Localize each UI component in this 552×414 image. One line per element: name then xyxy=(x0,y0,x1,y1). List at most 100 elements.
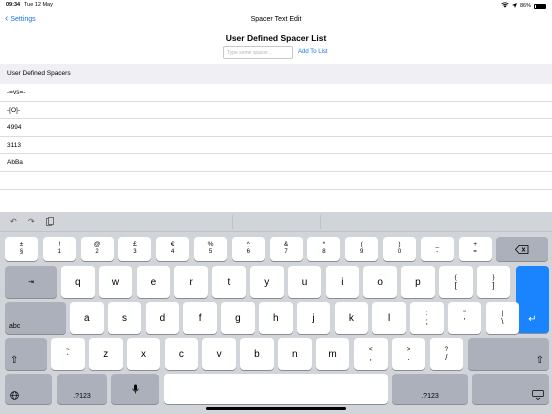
key-g[interactable]: g xyxy=(221,302,255,334)
key-sym[interactable]: ? / xyxy=(429,338,464,370)
tab-key[interactable]: ⇥ xyxy=(5,266,57,298)
key-1[interactable]: ! 1 xyxy=(42,237,76,261)
redo-icon[interactable]: ↷ xyxy=(28,217,35,226)
shift-icon: ⇧ xyxy=(10,355,19,366)
key-v[interactable]: v xyxy=(202,338,236,370)
shortcut-divider xyxy=(232,215,233,229)
key-t[interactable]: t xyxy=(212,266,246,298)
key-4[interactable]: €4 xyxy=(156,237,190,261)
key-b[interactable]: b xyxy=(240,338,274,370)
key-h[interactable]: h xyxy=(259,302,293,334)
globe-key[interactable] xyxy=(5,374,52,404)
key-sym[interactable]: :; xyxy=(410,302,444,334)
spacer-input[interactable] xyxy=(223,46,293,59)
key-shift-char: } xyxy=(492,274,495,281)
key-m[interactable]: m xyxy=(315,338,350,370)
key-char: . xyxy=(407,353,410,362)
key-r[interactable]: r xyxy=(174,266,208,298)
key-c[interactable]: c xyxy=(164,338,199,370)
key-9[interactable]: (9 xyxy=(345,237,379,261)
keyboard: ↶ ↷ ± §! 1 @2 £3 €4% 5 ^ 6 & 7 * 8(9) 0 _ - + = ⇥ q w e r t y u i o… xyxy=(0,212,552,414)
spacer-list: -=vs=- -[O]- 4994 3113 AbBa xyxy=(0,84,552,190)
key-y[interactable]: y xyxy=(250,266,284,298)
key-shift-char: £ xyxy=(133,241,137,248)
list-item[interactable]: -=vs=- xyxy=(0,84,552,102)
key-sym[interactable]: " ' xyxy=(447,302,482,334)
key-sym[interactable]: + = xyxy=(458,237,492,261)
hide-keyboard-key[interactable] xyxy=(472,374,549,404)
key-w[interactable]: w xyxy=(98,266,133,298)
key-sym[interactable]: ~ ` xyxy=(51,338,85,370)
space-bar[interactable] xyxy=(164,374,388,404)
key-f[interactable]: f xyxy=(183,302,217,334)
key-sym[interactable]: {[ xyxy=(439,266,473,298)
return-key[interactable]: ↵ xyxy=(516,266,549,333)
key-k[interactable]: k xyxy=(334,302,369,334)
key-d[interactable]: d xyxy=(145,302,180,334)
key-i[interactable]: i xyxy=(325,266,360,298)
key-sym[interactable]: <, xyxy=(354,338,388,370)
key-char: § xyxy=(19,249,24,255)
shift-left-key[interactable]: ⇧ xyxy=(5,338,47,370)
status-date: Tue 12 May xyxy=(24,2,53,8)
list-item[interactable]: -[O]- xyxy=(0,102,552,120)
key-6[interactable]: ^ 6 xyxy=(231,237,265,261)
list-item[interactable]: AbBa xyxy=(0,154,552,172)
dictation-key[interactable] xyxy=(111,374,159,404)
key-x[interactable]: x xyxy=(126,338,161,370)
numbers-key-left[interactable]: .?123 xyxy=(57,374,107,404)
key-sym[interactable]: _ - xyxy=(420,237,454,261)
key-char: ; xyxy=(425,317,428,326)
list-item-empty[interactable] xyxy=(0,172,552,190)
shift-icon: ⇧ xyxy=(535,355,544,366)
key-z[interactable]: z xyxy=(89,338,123,370)
navigation-bar: ‹ Settings Spacer Text Edit xyxy=(0,12,552,30)
undo-icon[interactable]: ↶ xyxy=(10,217,17,226)
status-bar: 09:34 Tue 12 May 86% xyxy=(0,0,552,10)
list-item-label: 3113 xyxy=(7,141,21,149)
key-p[interactable]: p xyxy=(401,266,435,298)
add-to-list-button[interactable]: Add To List xyxy=(298,49,328,55)
key-3[interactable]: £3 xyxy=(118,237,152,261)
location-icon xyxy=(511,2,517,10)
key-5[interactable]: % 5 xyxy=(194,237,227,261)
home-indicator xyxy=(206,407,346,410)
key-shift-char: _ xyxy=(435,241,440,248)
delete-key[interactable] xyxy=(496,237,548,261)
key-sym[interactable]: | \ xyxy=(485,302,520,334)
key-sym[interactable]: }] xyxy=(476,266,511,298)
globe-icon xyxy=(10,391,19,400)
key-8[interactable]: * 8 xyxy=(307,237,341,261)
shift-right-key[interactable]: ⇧ xyxy=(468,338,549,370)
numbers-key-right[interactable]: .?123 xyxy=(392,374,468,404)
paste-icon[interactable] xyxy=(46,217,54,228)
key-0[interactable]: ) 0 xyxy=(383,237,416,261)
key-o[interactable]: o xyxy=(363,266,397,298)
list-item-label: AbBa xyxy=(7,159,23,167)
status-right: 86% xyxy=(501,2,546,10)
key-char: 0 xyxy=(397,249,402,255)
wifi-icon xyxy=(501,2,509,10)
key-sym[interactable]: >. xyxy=(391,338,426,370)
status-time: 09:34 xyxy=(6,2,21,8)
list-item[interactable]: 4994 xyxy=(0,119,552,137)
key-7[interactable]: & 7 xyxy=(269,237,303,261)
key-shift-char: ) xyxy=(398,241,401,248)
key-shift-char: > xyxy=(406,346,411,353)
key-s[interactable]: s xyxy=(107,302,142,334)
key-l[interactable]: l xyxy=(372,302,406,334)
key-char: 3 xyxy=(133,249,137,255)
caps-key[interactable]: abc xyxy=(5,302,66,334)
delete-icon xyxy=(515,244,529,254)
key-a[interactable]: a xyxy=(70,302,104,334)
key-char: 1 xyxy=(57,249,61,255)
key-j[interactable]: j xyxy=(296,302,331,334)
key-u[interactable]: u xyxy=(287,266,322,298)
key-sym[interactable]: ± § xyxy=(5,237,38,261)
key-q[interactable]: q xyxy=(61,266,95,298)
list-item[interactable]: 3113 xyxy=(0,137,552,155)
key-n[interactable]: n xyxy=(278,338,312,370)
section-header: User Defined Spacers xyxy=(0,64,552,84)
key-2[interactable]: @2 xyxy=(80,237,114,261)
key-e[interactable]: e xyxy=(136,266,171,298)
